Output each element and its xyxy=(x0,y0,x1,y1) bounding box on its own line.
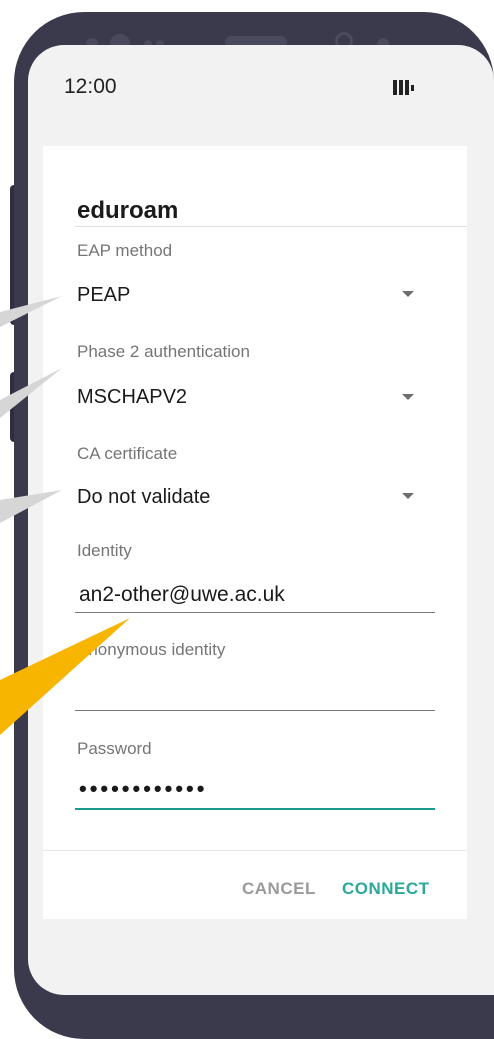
identity-field[interactable]: an2-other@uwe.ac.uk xyxy=(79,583,285,607)
eap-method-label: EAP method xyxy=(77,241,173,260)
wifi-config-dialog: eduroam EAP method PEAP Phase 2 authenti… xyxy=(43,146,467,919)
eap-method-dropdown[interactable]: PEAP xyxy=(77,284,130,307)
anonymous-identity-label: Anonymous identity xyxy=(77,640,226,659)
connect-button[interactable]: CONNECT xyxy=(342,879,430,899)
cancel-button[interactable]: CANCEL xyxy=(242,879,316,899)
password-label: Password xyxy=(77,739,152,758)
chevron-down-icon[interactable] xyxy=(402,493,414,499)
phase2-dropdown[interactable]: MSCHAPV2 xyxy=(77,386,187,409)
password-underline xyxy=(75,808,435,810)
password-field[interactable]: •••••••••••• xyxy=(79,776,207,802)
phone-screen: 12:00 eduroam EAP method PEAP Phase 2 au… xyxy=(28,45,494,995)
phase2-label: Phase 2 authentication xyxy=(77,342,250,361)
chevron-down-icon[interactable] xyxy=(402,291,414,297)
status-bar: 12:00 xyxy=(28,45,494,115)
identity-label: Identity xyxy=(77,541,132,560)
title-divider xyxy=(75,226,467,227)
status-time: 12:00 xyxy=(64,75,117,98)
ca-cert-label: CA certificate xyxy=(77,444,178,463)
identity-underline xyxy=(75,612,435,613)
ca-cert-dropdown[interactable]: Do not validate xyxy=(77,486,210,509)
button-divider xyxy=(43,850,467,851)
network-title: eduroam xyxy=(77,197,179,224)
anonymous-identity-underline xyxy=(75,710,435,711)
chevron-down-icon[interactable] xyxy=(402,394,414,400)
